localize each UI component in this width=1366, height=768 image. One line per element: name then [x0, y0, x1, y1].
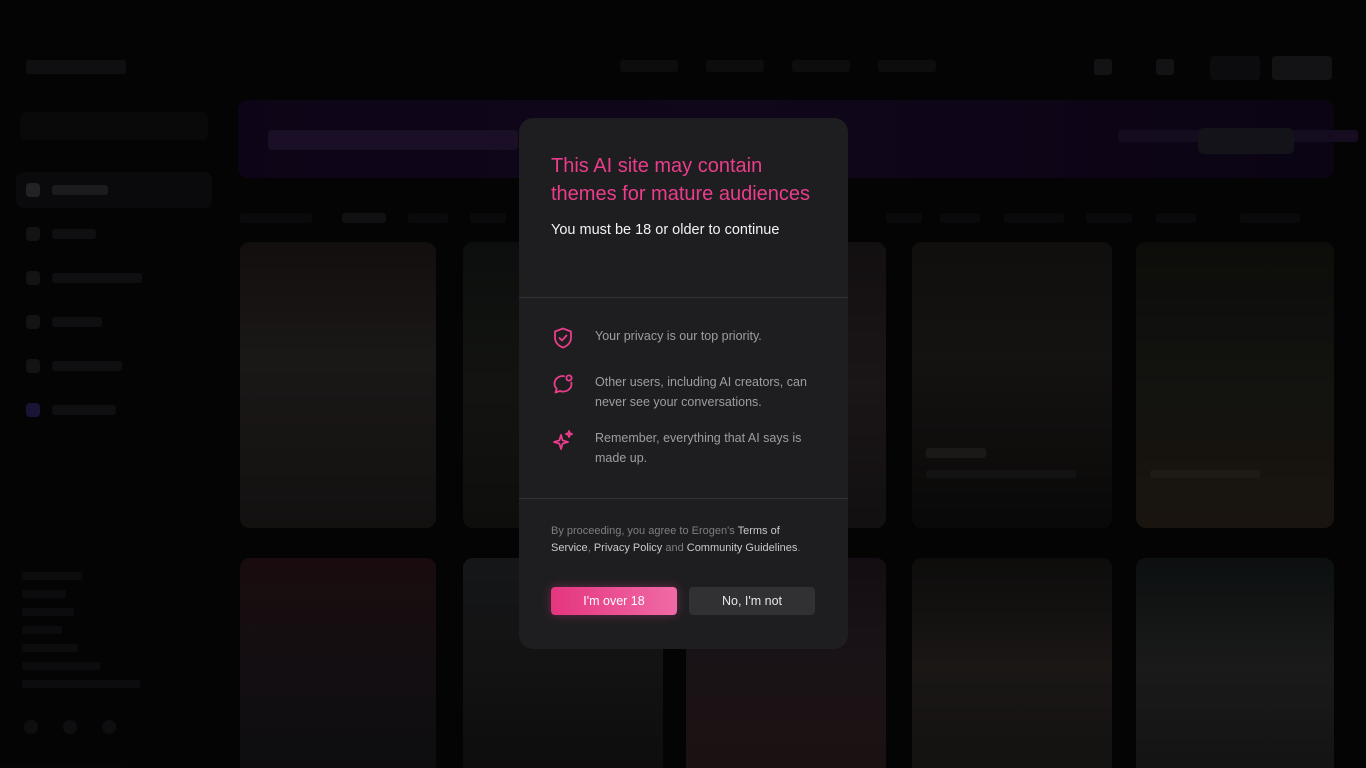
modal-actions: I'm over 18 No, I'm not [551, 587, 816, 615]
feature-list: Your privacy is our top priority. Other … [519, 298, 848, 499]
feature-item-privacy: Your privacy is our top priority. [551, 326, 819, 350]
feature-text: Remember, everything that AI says is mad… [595, 431, 802, 465]
shield-check-icon [554, 327, 572, 349]
feature-text: Your privacy is our top priority. [595, 329, 762, 343]
decline-age-button[interactable]: No, I'm not [689, 587, 815, 615]
modal-title: This AI site may contain themes for matu… [551, 155, 811, 205]
modal-header: This AI site may contain themes for matu… [519, 118, 848, 298]
age-verification-modal: This AI site may contain themes for matu… [519, 118, 848, 649]
feature-item-disclaimer: Remember, everything that AI says is mad… [551, 428, 819, 468]
modal-footer: By proceeding, you agree to Erogen's Ter… [519, 499, 848, 615]
confirm-age-button[interactable]: I'm over 18 [551, 587, 677, 615]
feature-text: Other users, including AI creators, can … [595, 375, 807, 409]
legal-notice: By proceeding, you agree to Erogen's Ter… [551, 525, 801, 554]
chat-notification-icon [553, 374, 573, 394]
privacy-policy-link[interactable]: Privacy Policy [594, 542, 662, 554]
community-guidelines-link[interactable]: Community Guidelines [687, 542, 798, 554]
page: This AI site may contain themes for matu… [0, 0, 1366, 768]
sparkles-icon [553, 430, 573, 450]
feature-item-conversations: Other users, including AI creators, can … [551, 372, 819, 412]
modal-subtitle: You must be 18 or older to continue [551, 222, 780, 238]
